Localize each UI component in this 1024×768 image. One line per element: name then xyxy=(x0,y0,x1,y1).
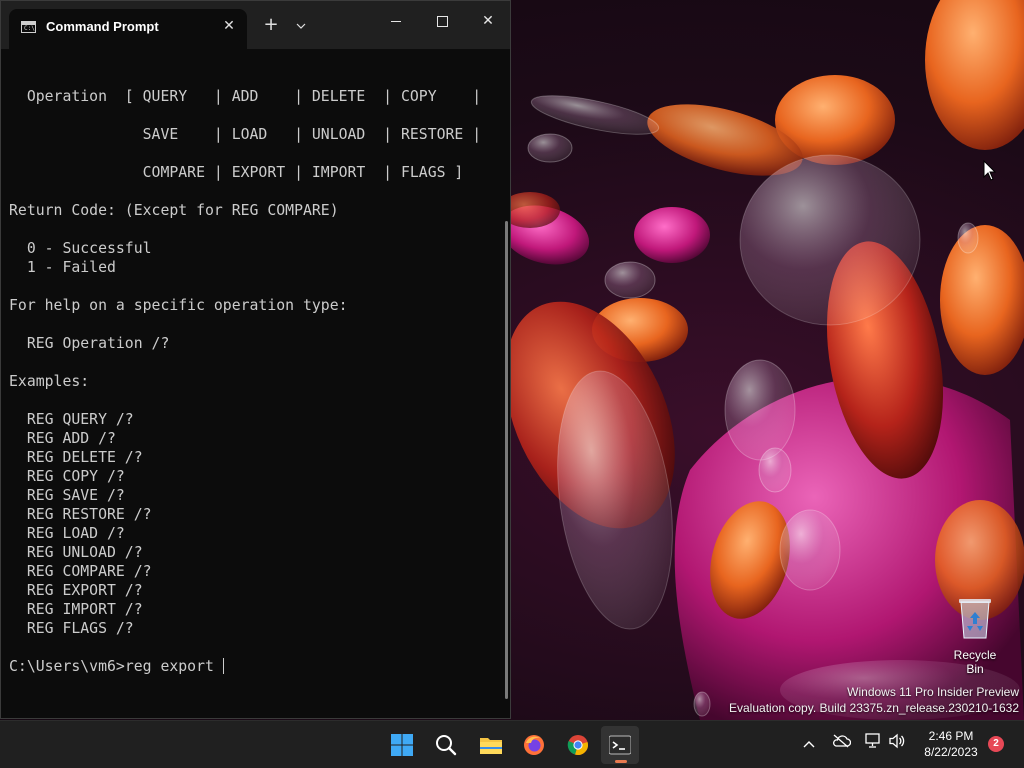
tab-dropdown-button[interactable] xyxy=(291,15,311,35)
terminal-command-input[interactable]: reg export xyxy=(125,658,223,675)
recycle-bin-icon xyxy=(959,599,991,639)
mouse-pointer-icon xyxy=(983,160,997,181)
chrome-button[interactable] xyxy=(559,726,597,764)
command-prompt-window[interactable]: C:\ Command Prompt ✕ + ✕ Operation [ QUE… xyxy=(0,0,511,719)
firefox-icon xyxy=(524,735,544,755)
tab-command-prompt[interactable]: C:\ Command Prompt ✕ xyxy=(9,9,247,49)
terminal-line: REG COPY /? xyxy=(26,468,125,485)
active-app-indicator xyxy=(615,760,627,763)
title-bar[interactable]: C:\ Command Prompt ✕ + ✕ xyxy=(1,1,510,49)
terminal-line: REG Operation /? xyxy=(26,335,170,352)
new-tab-button[interactable]: + xyxy=(261,15,281,35)
volume-icon xyxy=(889,733,905,749)
tab-title: Command Prompt xyxy=(46,19,159,34)
terminal-line: REG QUERY /? xyxy=(26,411,134,428)
taskbar: 2:46 PM 8/22/2023 xyxy=(0,720,1024,768)
search-button[interactable] xyxy=(427,726,465,764)
terminal-line: REG ADD /? xyxy=(26,430,116,447)
windows-logo-icon xyxy=(391,734,413,756)
clock[interactable]: 2:46 PM 8/22/2023 xyxy=(910,728,992,760)
search-icon xyxy=(436,735,457,756)
volume-button[interactable] xyxy=(886,733,908,755)
file-explorer-button[interactable] xyxy=(471,726,509,764)
terminal-line: REG SAVE /? xyxy=(26,487,125,504)
terminal-line: REG UNLOAD /? xyxy=(26,544,143,561)
network-button[interactable] xyxy=(862,733,884,755)
terminal-line: 0 - Successful xyxy=(26,240,152,257)
show-hidden-icons-button[interactable] xyxy=(798,733,820,755)
recycle-bin-label: Recycle Bin xyxy=(953,648,997,676)
terminal-line: For help on a specific operation type: xyxy=(9,297,348,314)
terminal-taskbar-button[interactable] xyxy=(601,726,639,764)
terminal-line: REG COMPARE /? xyxy=(26,563,152,580)
text-cursor xyxy=(222,658,224,674)
watermark-edition: Windows 11 Pro Insider Preview xyxy=(847,685,1019,699)
terminal-output[interactable]: Operation [ QUERY | ADD | DELETE | COPY … xyxy=(9,68,481,676)
chevron-down-icon xyxy=(296,23,306,29)
onedrive-offline-icon xyxy=(833,734,852,748)
tab-close-button[interactable]: ✕ xyxy=(219,16,239,36)
maximize-icon xyxy=(436,15,448,27)
terminal-prompt: C:\Users\vm6> xyxy=(9,658,125,675)
start-button[interactable] xyxy=(383,726,421,764)
onedrive-button[interactable] xyxy=(830,733,852,755)
firefox-button[interactable] xyxy=(515,726,553,764)
chevron-up-icon xyxy=(803,741,815,748)
terminal-line: 1 - Failed xyxy=(26,259,116,276)
terminal-line: SAVE | LOAD | UNLOAD | RESTORE | xyxy=(142,126,482,143)
terminal-line: Operation [ QUERY | ADD | DELETE | COPY … xyxy=(26,88,482,105)
maximize-button[interactable] xyxy=(419,1,465,41)
terminal-line: REG DELETE /? xyxy=(26,449,143,466)
terminal-icon xyxy=(609,735,631,755)
terminal-line: COMPARE | EXPORT | IMPORT | FLAGS ] xyxy=(142,164,464,181)
chrome-icon xyxy=(567,735,588,755)
clock-date: 8/22/2023 xyxy=(924,745,978,759)
terminal-line: REG EXPORT /? xyxy=(26,582,143,599)
terminal-line: Return Code: (Except for REG COMPARE) xyxy=(9,202,339,219)
scrollbar[interactable] xyxy=(505,221,508,699)
notification-badge[interactable]: 2 xyxy=(988,736,1004,752)
watermark-build: Evaluation copy. Build 23375.zn_release.… xyxy=(729,701,1019,715)
terminal-body[interactable]: Operation [ QUERY | ADD | DELETE | COPY … xyxy=(1,49,501,719)
terminal-line: Examples: xyxy=(9,373,90,390)
terminal-line: REG FLAGS /? xyxy=(26,620,134,637)
terminal-line: REG LOAD /? xyxy=(26,525,125,542)
cmd-icon: C:\ xyxy=(21,21,36,33)
minimize-icon xyxy=(391,20,401,22)
terminal-help-text: Operation [ QUERY | ADD | DELETE | COPY … xyxy=(9,88,481,637)
close-window-button[interactable]: ✕ xyxy=(465,1,511,41)
terminal-line: REG RESTORE /? xyxy=(26,506,152,523)
windows-watermark: Windows 11 Pro Insider Preview Evaluatio… xyxy=(729,684,1019,716)
network-icon xyxy=(865,733,880,748)
minimize-button[interactable] xyxy=(373,1,419,41)
folder-icon xyxy=(480,738,502,754)
clock-time: 2:46 PM xyxy=(928,729,974,743)
terminal-line: REG IMPORT /? xyxy=(26,601,143,618)
recycle-bin[interactable]: Recycle Bin xyxy=(944,596,1006,676)
